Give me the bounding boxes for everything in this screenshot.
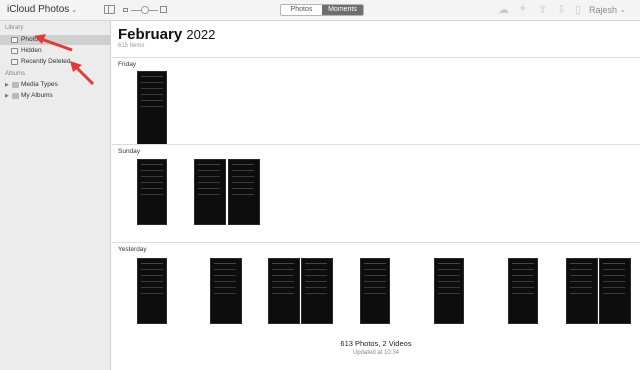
view-switcher: Photos Moments: [280, 4, 364, 16]
app-title: iCloud Photos: [7, 4, 70, 15]
chevron-down-icon[interactable]: ⌄: [620, 6, 626, 14]
photo-thumbnail[interactable]: [268, 258, 300, 324]
add-icon[interactable]: +: [519, 1, 527, 14]
zoom-slider-handle[interactable]: [141, 6, 149, 14]
user-menu[interactable]: Rajesh: [589, 5, 617, 15]
section-day-label: Yesterday: [118, 246, 147, 253]
section-day-label: Sunday: [118, 148, 141, 155]
month-label: February: [118, 26, 183, 43]
sidebar-toggle-icon[interactable]: [104, 5, 115, 14]
sidebar: Library Photos Hidden Recently Deleted A…: [0, 21, 111, 370]
section-header: Sunday: [112, 144, 640, 155]
photo-thumbnail[interactable]: [137, 71, 167, 145]
annotation-arrow-recently-deleted: [73, 64, 95, 86]
tab-moments[interactable]: Moments: [322, 5, 363, 15]
tab-photos[interactable]: Photos: [281, 5, 322, 15]
section-day-label: Friday: [118, 61, 137, 68]
photo-thumbnail[interactable]: [137, 159, 167, 225]
photo-thumbnail[interactable]: [137, 258, 167, 324]
photo-thumbnail[interactable]: [566, 258, 598, 324]
year-label: 2022: [186, 27, 216, 42]
photo-thumbnail[interactable]: [599, 258, 631, 324]
photo-thumbnail[interactable]: [508, 258, 538, 324]
item-count: 615 Items: [118, 43, 145, 49]
photo-thumbnail[interactable]: [301, 258, 333, 324]
zoom-in-icon[interactable]: [160, 6, 167, 13]
download-icon[interactable]: ⇩: [557, 4, 566, 16]
page-title: February 2022: [118, 26, 215, 43]
photo-thumbnail[interactable]: [228, 159, 260, 225]
upload-icon[interactable]: ☁: [498, 4, 509, 16]
zoom-out-icon[interactable]: [123, 8, 128, 12]
section-header: Friday: [112, 57, 640, 68]
chevron-down-icon: ⌄: [71, 7, 78, 14]
app-title-menu[interactable]: iCloud Photos ⌄: [7, 4, 77, 15]
share-icon[interactable]: ⇪: [538, 4, 547, 16]
section-header: Yesterday: [112, 242, 640, 253]
moments-view: February 2022 615 Items Friday Sunday Ye…: [112, 21, 640, 370]
photo-thumbnail[interactable]: [434, 258, 464, 324]
toolbar: iCloud Photos ⌄ Photos Moments ☁ + ⇪ ⇩ ▯ …: [0, 0, 640, 21]
photo-thumbnail[interactable]: [360, 258, 390, 324]
delete-icon[interactable]: ▯: [575, 4, 581, 16]
updated-time: Updated at 10:34: [352, 350, 400, 356]
annotation-arrow-photos: [40, 37, 73, 52]
library-summary: 613 Photos, 2 Videos: [340, 339, 412, 348]
photo-thumbnail[interactable]: [194, 159, 226, 225]
photo-thumbnail[interactable]: [210, 258, 242, 324]
annotation-arrows: [34, 34, 95, 86]
